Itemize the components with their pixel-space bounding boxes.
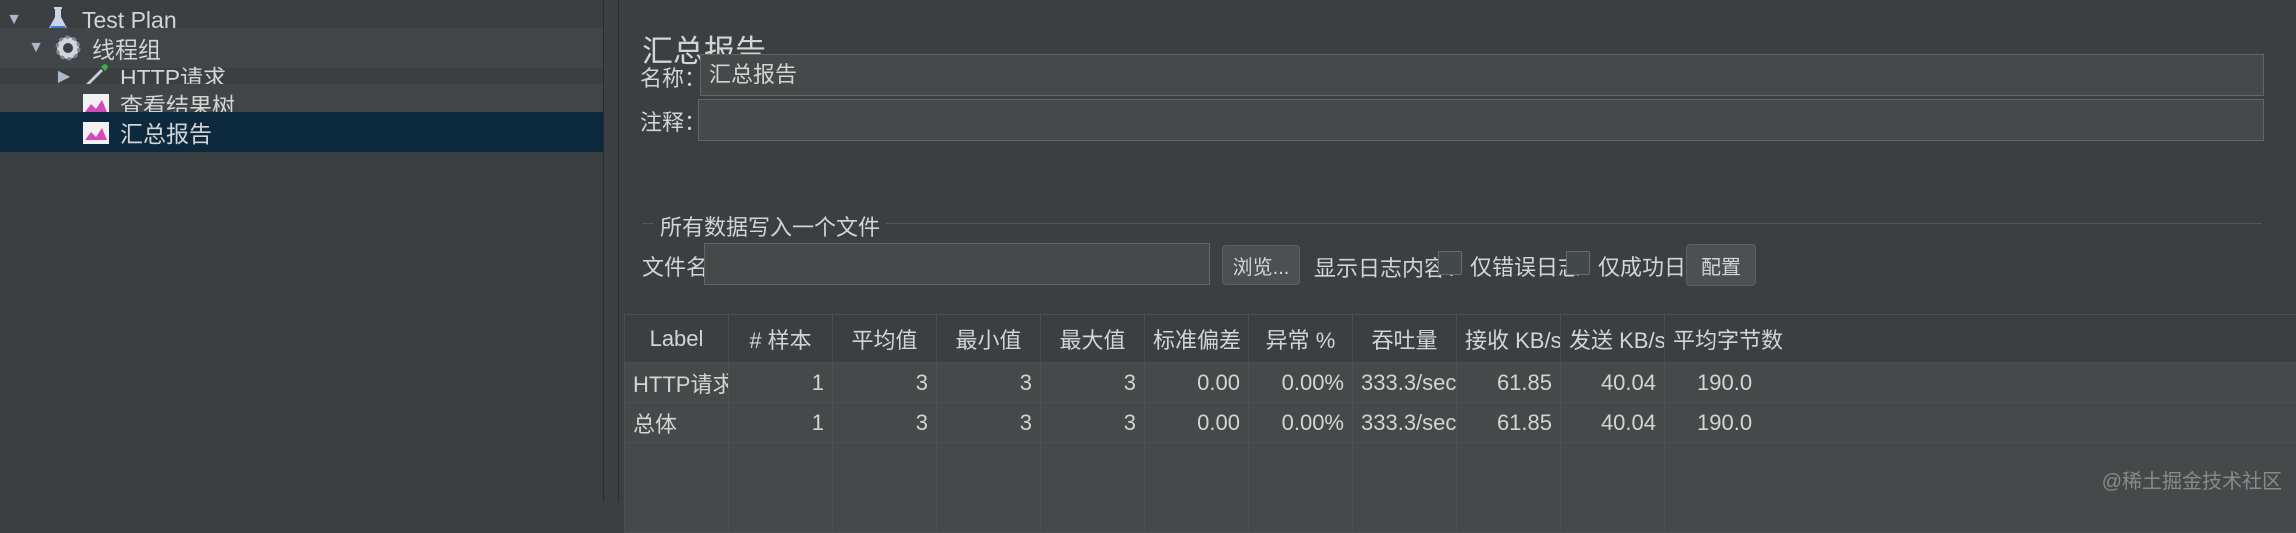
table-cell: 61.85: [1457, 363, 1561, 403]
column-header-min[interactable]: 最小值: [937, 315, 1041, 363]
tree-item-summary-report[interactable]: 汇总报告: [0, 112, 603, 152]
success-only-checkbox[interactable]: [1566, 251, 1590, 275]
table-cell: 3: [1041, 363, 1145, 403]
table-cell: 333.3/sec: [1353, 363, 1457, 403]
column-header-std-dev[interactable]: 标准偏差: [1145, 315, 1249, 363]
table-row[interactable]: 总体 1 3 3 3 0.00 0.00% 333.3/sec 61.85 40…: [625, 403, 2296, 443]
table-row[interactable]: HTTP请求 1 3 3 3 0.00 0.00% 333.3/sec 61.8…: [625, 363, 2296, 403]
table-empty-area: [625, 443, 2296, 533]
browse-button[interactable]: 浏览...: [1222, 245, 1300, 285]
expand-down-icon[interactable]: ▼: [26, 38, 46, 58]
name-field[interactable]: 汇总报告: [700, 54, 2264, 96]
configure-button[interactable]: 配置: [1686, 244, 1756, 286]
watermark: @稀土掘金技术社区: [2102, 465, 2282, 494]
table-cell: 0.00: [1145, 363, 1249, 403]
table-cell: HTTP请求: [625, 363, 729, 403]
file-label: 文件名: [642, 250, 708, 282]
splitter[interactable]: [604, 0, 619, 502]
table-cell: 3: [1041, 403, 1145, 443]
column-header-avg-bytes[interactable]: 平均字节数: [1665, 315, 2296, 363]
test-plan-tree: ▼ Test Plan ▼ 线程组 ▶ HTTP请求 查看结果树 汇总报告: [0, 0, 604, 502]
file-name-field[interactable]: [704, 243, 1210, 285]
column-header-max[interactable]: 最大值: [1041, 315, 1145, 363]
section-title: 所有数据写入一个文件: [654, 210, 886, 242]
table-cell: 40.04: [1561, 403, 1665, 443]
table-cell: 1: [729, 363, 833, 403]
comment-label: 注释：: [640, 105, 706, 137]
summary-report-panel: 汇总报告 名称： 汇总报告 注释： 所有数据写入一个文件 文件名 浏览... 显…: [624, 0, 2296, 502]
table-cell: 190.0: [1665, 363, 2296, 403]
table-cell: 3: [937, 363, 1041, 403]
column-header-sent[interactable]: 发送 KB/sec: [1561, 315, 1665, 363]
errors-only-label: 仅错误日志: [1470, 250, 1580, 282]
column-header-throughput[interactable]: 吞吐量: [1353, 315, 1457, 363]
column-header-average[interactable]: 平均值: [833, 315, 937, 363]
table-cell: 61.85: [1457, 403, 1561, 443]
table-cell: 190.0: [1665, 403, 2296, 443]
expand-down-icon[interactable]: ▼: [4, 10, 24, 30]
column-header-error-percent[interactable]: 异常 %: [1249, 315, 1353, 363]
table-cell: 0.00%: [1249, 403, 1353, 443]
errors-only-checkbox[interactable]: [1438, 251, 1462, 275]
expand-right-icon[interactable]: ▶: [54, 66, 74, 86]
column-header-samples[interactable]: # 样本: [729, 315, 833, 363]
chart-icon: [80, 116, 112, 148]
table-cell: 3: [833, 363, 937, 403]
table-cell: 333.3/sec: [1353, 403, 1457, 443]
summary-table: Label # 样本 平均值 最小值 最大值 标准偏差 异常 % 吞吐量 接收 …: [624, 314, 2296, 533]
column-header-received[interactable]: 接收 KB/sec: [1457, 315, 1561, 363]
table-cell: 0.00: [1145, 403, 1249, 443]
table-cell: 0.00%: [1249, 363, 1353, 403]
table-cell: 3: [937, 403, 1041, 443]
table-header-row: Label # 样本 平均值 最小值 最大值 标准偏差 异常 % 吞吐量 接收 …: [625, 315, 2296, 363]
table-cell: 总体: [625, 403, 729, 443]
table-cell: 1: [729, 403, 833, 443]
name-label: 名称：: [640, 61, 706, 93]
table-cell: 3: [833, 403, 937, 443]
column-header-label[interactable]: Label: [625, 315, 729, 363]
comment-field[interactable]: [698, 99, 2264, 141]
table-cell: 40.04: [1561, 363, 1665, 403]
tree-item-label: 汇总报告: [120, 115, 212, 149]
